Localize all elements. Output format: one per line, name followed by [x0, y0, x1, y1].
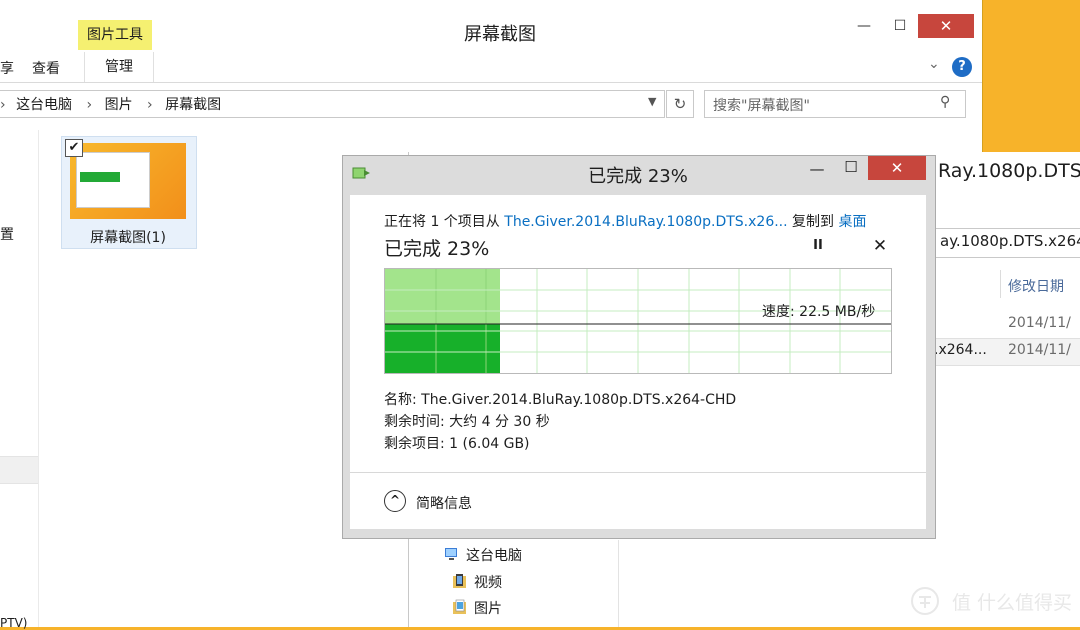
tree-item-this-pc[interactable]: 这台电脑	[466, 545, 522, 565]
file-name: 屏幕截图(1)	[90, 230, 166, 246]
file-name-info: 名称: The.Giver.2014.BluRay.1080p.DTS.x264…	[384, 392, 737, 408]
fewer-details-button[interactable]: 简略信息	[416, 493, 472, 513]
watermark-text: 值 什么值得买	[952, 592, 1073, 614]
chevron-down-icon[interactable]: ⌄	[928, 56, 940, 72]
table-row-date[interactable]: 2014/11/	[1008, 315, 1071, 331]
chevron-up-icon[interactable]: ^	[384, 490, 406, 512]
copy-middle: 复制到	[787, 214, 839, 230]
nav-item-selected[interactable]	[0, 456, 38, 484]
close-button[interactable]: ✕	[918, 14, 974, 38]
graph-canvas	[385, 269, 891, 373]
search-icon[interactable]: ⚲	[940, 94, 950, 110]
search-placeholder: 搜索"屏幕截图"	[713, 98, 810, 114]
tree-item-videos[interactable]: 视频	[474, 572, 502, 592]
dialog-close-button[interactable]: ✕	[868, 156, 926, 180]
nav-pane-divider[interactable]	[618, 540, 619, 627]
time-remaining-info: 剩余时间: 大约 4 分 30 秒	[384, 414, 550, 430]
dialog-minimize-button[interactable]: —	[806, 160, 828, 178]
breadcrumb-separator[interactable]: ›	[87, 97, 93, 113]
background-address-text: ay.1080p.DTS.x264-	[940, 232, 1080, 250]
dialog-footer-divider	[350, 472, 926, 473]
breadcrumb-item-pictures[interactable]: 图片	[105, 97, 133, 113]
cancel-icon[interactable]: ✕	[870, 236, 890, 256]
nav-pane-divider[interactable]	[38, 130, 39, 627]
tab-share[interactable]: 享	[0, 58, 14, 78]
copy-description: 正在将 1 个项目从 The.Giver.2014.BluRay.1080p.D…	[384, 211, 867, 231]
nav-item-label[interactable]: 置	[0, 224, 14, 244]
pause-icon[interactable]: II	[810, 238, 826, 253]
tree-item-pictures[interactable]: 图片	[474, 598, 502, 618]
address-dropdown-icon[interactable]: ▼	[648, 95, 656, 108]
transfer-speed-graph	[384, 268, 892, 374]
computer-icon	[444, 546, 460, 566]
minimize-button[interactable]: —	[848, 14, 880, 38]
source-link[interactable]: The.Giver.2014.BluRay.1080p.DTS.x26...	[504, 214, 787, 230]
background-window-title: Ray.1080p.DTS.	[938, 160, 1080, 182]
nav-item-label[interactable]: PTV)	[0, 616, 27, 630]
table-row-name[interactable]: .x264...	[934, 342, 987, 358]
thumbnail-progress	[80, 172, 120, 182]
breadcrumb: › 这台电脑 › 图片 › 屏幕截图	[0, 94, 221, 114]
maximize-button[interactable]: ☐	[884, 14, 916, 38]
pictures-folder-icon	[452, 599, 468, 619]
dialog-maximize-button[interactable]: ☐	[840, 158, 862, 176]
speed-label: 速度: 22.5 MB/秒	[762, 304, 876, 320]
tab-manage[interactable]: 管理	[84, 52, 154, 82]
table-row-date[interactable]: 2014/11/	[1008, 342, 1071, 358]
items-remaining-info: 剩余项目: 1 (6.04 GB)	[384, 436, 530, 452]
smzdm-logo-icon	[910, 586, 940, 616]
column-divider[interactable]	[1000, 270, 1001, 298]
checkbox[interactable]: ✔	[65, 139, 83, 157]
videos-folder-icon	[452, 573, 468, 593]
breadcrumb-separator[interactable]: ›	[0, 97, 6, 113]
destination-link[interactable]: 桌面	[839, 214, 867, 230]
refresh-icon[interactable]: ↻	[666, 90, 694, 118]
copy-prefix: 正在将 1 个项目从	[384, 214, 505, 230]
breadcrumb-separator[interactable]: ›	[147, 97, 153, 113]
progress-heading: 已完成 23%	[384, 238, 490, 260]
tab-view[interactable]: 查看	[32, 58, 60, 78]
column-header-date[interactable]: 修改日期	[1008, 276, 1064, 296]
help-icon[interactable]: ?	[952, 57, 972, 77]
breadcrumb-item-screenshots[interactable]: 屏幕截图	[165, 97, 221, 113]
breadcrumb-item-this-pc[interactable]: 这台电脑	[16, 97, 72, 113]
